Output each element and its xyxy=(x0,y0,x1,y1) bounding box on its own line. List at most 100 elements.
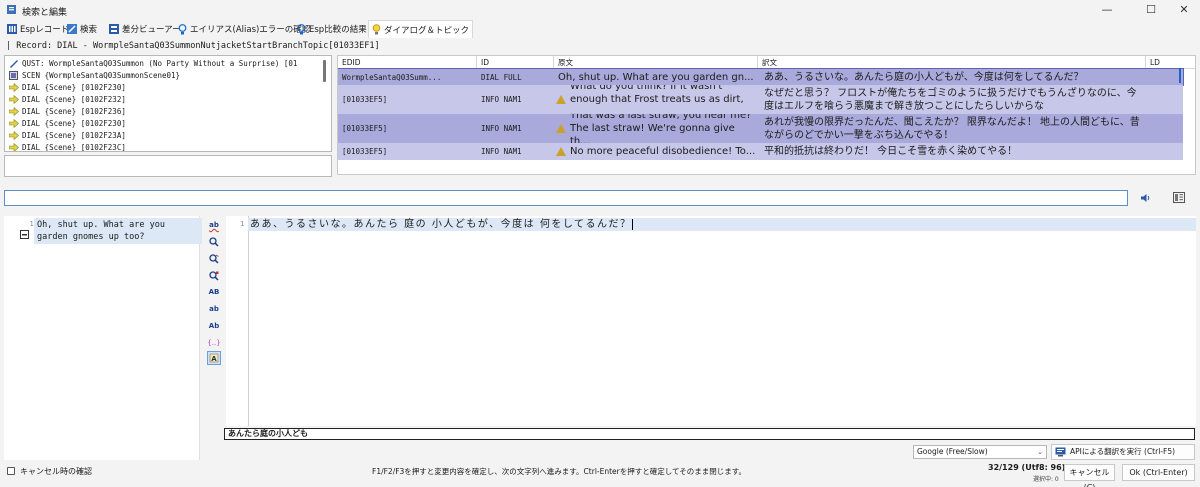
ok-button[interactable]: Ok (Ctrl-Enter) xyxy=(1122,464,1195,481)
cancel-button[interactable]: キャンセル(C) xyxy=(1064,464,1115,487)
string-grid[interactable]: EDID ID 原文 訳文 LD WormpleSantaQ03Summ... … xyxy=(337,55,1196,175)
window-title: 検索と編集 xyxy=(22,8,68,18)
column-header-id[interactable]: ID xyxy=(477,56,554,69)
line-number: 1 xyxy=(29,220,34,228)
scene-icon xyxy=(9,70,18,80)
diff-icon xyxy=(109,24,119,34)
tab-esp-records[interactable]: Espレコード xyxy=(4,20,72,38)
tree-item-label: DIAL {Scene} [0102F236] xyxy=(22,106,126,116)
tree-item-scene[interactable]: SCEN {WormpleSantaQ03SummonScene01} xyxy=(9,69,180,81)
confirm-on-cancel-label: キャンセル時の確認 xyxy=(20,467,92,476)
tab-label: Esp比較の結果 xyxy=(309,25,367,35)
tab-label: ダイアログ＆トピック xyxy=(384,25,470,36)
tree-item-label: DIAL {Scene} [0102F230] xyxy=(22,82,126,92)
arrow-right-icon xyxy=(9,82,19,92)
title-bar: 検索と編集 — ☐ ✕ xyxy=(0,0,1200,20)
tree-item-dial[interactable]: DIAL {Scene} [0102F23A] xyxy=(9,129,126,141)
column-header-ld[interactable]: LD xyxy=(1146,56,1195,69)
tree-item-dial[interactable]: DIAL {Scene} [0102F230] xyxy=(9,81,126,93)
arrow-right-icon xyxy=(9,94,19,104)
table-row[interactable]: WormpleSantaQ03Summ... DIAL FULL Oh, shu… xyxy=(338,68,1184,86)
tab-esp-compare[interactable]: Esp比較の結果 xyxy=(294,20,370,38)
column-header-edid[interactable]: EDID xyxy=(338,56,477,69)
panel-layout-icon[interactable] xyxy=(1173,192,1185,203)
spellcheck-icon[interactable]: ab xyxy=(207,218,221,232)
editor-line[interactable]: ああ、うるさいな。あんたら 庭の 小人どもが、今度は 何をしてるんだ？ xyxy=(248,218,1196,231)
cell-edid: [01033EF5] xyxy=(342,95,388,104)
quill-icon xyxy=(10,59,18,68)
column-header-source[interactable]: 原文 xyxy=(554,56,758,69)
uppercase-icon[interactable]: AB xyxy=(207,285,221,299)
tab-diff-viewer[interactable]: 差分ビューアー xyxy=(106,20,184,38)
tab-label: Espレコード xyxy=(20,25,70,35)
tab-search[interactable]: 検索 xyxy=(64,20,100,38)
tree-item-dial[interactable]: DIAL {Scene} [0102F23C] xyxy=(9,141,126,151)
translation-editor[interactable]: 1 ああ、うるさいな。あんたら 庭の 小人どもが、今度は 何をしてるんだ？ xyxy=(226,216,1196,426)
svg-text:A: A xyxy=(211,355,217,363)
line-number: 1 xyxy=(240,220,245,228)
tree-item-dial[interactable]: DIAL {Scene} [0102F230] xyxy=(9,117,126,129)
capitalize-icon[interactable]: Ab xyxy=(207,319,221,333)
tree-item-label: QUST: WormpleSantaQ03Summon (No Party Wi… xyxy=(22,58,298,68)
tree-scrollbar[interactable] xyxy=(323,60,326,82)
tab-label: 差分ビューアー xyxy=(122,25,181,35)
table-row[interactable]: [01033EF5] INFO NAM1 No more peaceful di… xyxy=(338,143,1183,160)
engine-value: Google (Free/Slow) xyxy=(917,447,988,456)
reference-input[interactable] xyxy=(4,190,1128,206)
cell-edid: [01033EF5] xyxy=(342,147,388,156)
arrow-right-icon xyxy=(9,130,19,140)
lightbulb-icon xyxy=(297,23,306,34)
subtitle-marker-icon xyxy=(20,230,29,239)
shortcut-hint: F1/F2/F3を押すと変更内容を確定し、次の文字列へ進みます。Ctrl-Ent… xyxy=(372,467,747,476)
warning-icon xyxy=(556,147,566,156)
cell-id: DIAL FULL xyxy=(481,72,522,82)
warning-icon xyxy=(556,95,566,104)
tree-item-label: SCEN {WormpleSantaQ03SummonScene01} xyxy=(22,70,181,80)
column-header-translation[interactable]: 訳文 xyxy=(758,56,1146,69)
table-row[interactable]: [01033EF5] INFO NAM1 That was a last str… xyxy=(338,114,1183,143)
variable-icon[interactable]: {..} xyxy=(207,336,221,350)
text-caret xyxy=(631,218,633,230)
table-row[interactable]: [01033EF5] INFO NAM1 What do you think? … xyxy=(338,85,1183,114)
tree-item-dial[interactable]: DIAL {Scene} [0102F232] xyxy=(9,93,126,105)
tab-dialog-topic[interactable]: ダイアログ＆トピック xyxy=(368,20,474,38)
app-icon xyxy=(7,5,16,14)
source-text: Oh, shut up. What are you garden gnomes … xyxy=(34,218,202,244)
arrow-right-icon xyxy=(9,142,19,151)
tree-filter-input[interactable] xyxy=(4,155,332,177)
record-tree[interactable]: QUST: WormpleSantaQ03Summon (No Party Wi… xyxy=(4,55,332,152)
tree-item-label: DIAL {Scene} [0102F230] xyxy=(22,118,126,128)
close-icon[interactable]: ✕ xyxy=(1166,0,1200,20)
minimize-icon[interactable]: — xyxy=(1089,0,1125,20)
confirm-on-cancel-checkbox[interactable] xyxy=(7,467,15,475)
tab-label: エイリアス(Alias)エラーの確認 xyxy=(190,25,311,35)
cell-edid: [01033EF5] xyxy=(342,124,388,133)
cell-id: INFO NAM1 xyxy=(481,147,522,156)
grid-scrollbar[interactable] xyxy=(1179,68,1181,83)
search-next-icon[interactable] xyxy=(207,252,221,266)
cell-edid: WormpleSantaQ03Summ... xyxy=(342,72,442,82)
speaker-icon[interactable] xyxy=(1140,193,1151,203)
cell-source: That was a last straw, you hear me? The … xyxy=(570,114,752,143)
lightbulb-icon xyxy=(372,24,381,35)
replace-icon[interactable] xyxy=(207,269,221,283)
maximize-icon[interactable]: ☐ xyxy=(1133,0,1169,20)
font-preview-icon[interactable]: A xyxy=(207,351,221,365)
record-path: | Record: DIAL - WormpleSantaQ03SummonNu… xyxy=(6,41,380,51)
search-icon[interactable] xyxy=(207,235,221,249)
tree-item-dial[interactable]: DIAL {Scene} [0102F236] xyxy=(9,105,126,117)
api-translate-button[interactable]: APIによる翻訳を実行 (Ctrl-F5) xyxy=(1051,444,1195,460)
records-icon xyxy=(7,24,17,34)
api-button-label: APIによる翻訳を実行 (Ctrl-F5) xyxy=(1070,447,1176,456)
char-counter: 32/129 (Utf8: 96) xyxy=(988,463,1066,472)
glossary-hint: あんたら庭の小人ども xyxy=(224,428,1195,440)
chevron-down-icon: ⌄ xyxy=(1037,448,1043,456)
tab-bar: Espレコード 検索 差分ビューアー エイリアス(Alias)エラーの確認 Es… xyxy=(0,20,1200,38)
source-text-pane[interactable]: 1 Oh, shut up. What are you garden gnome… xyxy=(4,216,202,460)
warning-icon xyxy=(556,124,566,133)
tab-alias-errors[interactable]: エイリアス(Alias)エラーの確認 xyxy=(175,20,313,38)
lowercase-icon[interactable]: ab xyxy=(207,302,221,316)
tree-item-quest[interactable]: QUST: WormpleSantaQ03Summon (No Party Wi… xyxy=(9,57,297,69)
translation-engine-select[interactable]: Google (Free/Slow) ⌄ xyxy=(913,445,1047,459)
cell-source: Oh, shut up. What are you garden gn... xyxy=(558,71,754,83)
